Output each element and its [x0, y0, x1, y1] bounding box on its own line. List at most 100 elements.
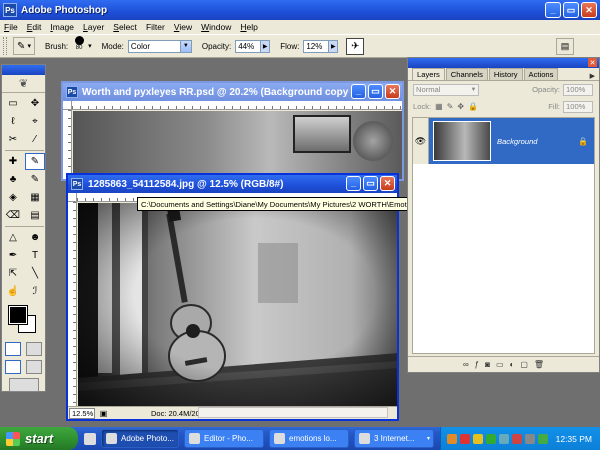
move-tool-icon[interactable]: ✥ [25, 95, 45, 112]
marquee-tool-icon[interactable]: ▭ [3, 95, 23, 112]
restore-button[interactable]: ▭ [563, 2, 579, 18]
chevron-down-icon[interactable]: ▾ [88, 42, 92, 50]
vertical-ruler[interactable] [63, 110, 72, 179]
adobe-online-feather-icon[interactable]: ❦ [2, 75, 45, 93]
menu-help[interactable]: Help [240, 22, 257, 32]
history-brush-tool-icon[interactable]: ✎ [25, 171, 45, 188]
notes-tool-icon[interactable]: ⇱ [3, 265, 23, 282]
lock-position-icon[interactable]: ✥ [457, 102, 464, 111]
tab-history[interactable]: History [488, 68, 523, 80]
task-photoshop[interactable]: Adobe Photo... [101, 429, 179, 448]
tool-preset-picker[interactable]: ✎ ▾ [13, 37, 35, 55]
airbrush-toggle[interactable]: ✈ [346, 37, 365, 55]
hand-tool-icon[interactable]: ☝ [3, 283, 23, 300]
palette-header[interactable]: ✕ [408, 58, 599, 68]
layer-fill-field[interactable]: 100% [563, 100, 593, 113]
new-layer-icon[interactable]: ▢ [520, 360, 528, 369]
foreground-color-swatch[interactable] [8, 305, 28, 325]
brush-tool-icon[interactable]: ✎ [25, 153, 45, 170]
palette-well-button[interactable]: ▤ [556, 38, 574, 55]
task-emotions[interactable]: emotions lo... [269, 429, 349, 448]
document-title-bar[interactable]: Ps 1285863_54112584.jpg @ 12.5% (RGB/8#)… [68, 175, 397, 193]
type-tool-icon[interactable]: ☻ [25, 229, 45, 246]
lock-all-icon[interactable]: 🔒 [468, 102, 478, 111]
close-button[interactable]: ✕ [380, 176, 395, 191]
path-selection-tool-icon[interactable]: △ [3, 229, 23, 246]
line-tool-icon[interactable]: T [25, 247, 45, 264]
pen-tool-icon[interactable]: ✒ [3, 247, 23, 264]
dodge-tool-icon[interactable]: ▤ [25, 207, 45, 224]
menu-file[interactable]: File [4, 22, 18, 32]
tab-channels[interactable]: Channels [445, 68, 488, 80]
menu-layer[interactable]: Layer [83, 22, 104, 32]
link-icon[interactable]: ∞ [463, 360, 469, 369]
minimize-button[interactable]: _ [351, 84, 366, 99]
tray-messenger-icon[interactable] [473, 433, 483, 444]
slice-tool-icon[interactable]: ⁄ [25, 131, 45, 148]
minimize-button[interactable]: _ [346, 176, 361, 191]
maximize-button[interactable]: ▭ [363, 176, 378, 191]
quick-launch-icon[interactable] [84, 432, 96, 445]
document-title-bar[interactable]: Ps Worth and pyxleyes RR.psd @ 20.2% (Ba… [63, 83, 402, 101]
quick-mask-mode-button[interactable] [26, 342, 43, 356]
menu-select[interactable]: Select [113, 22, 137, 32]
flow-slider-button[interactable]: ▶ [329, 39, 339, 53]
tab-layers[interactable]: Layers [412, 68, 445, 80]
close-button[interactable]: ✕ [581, 2, 597, 18]
zoom-tool-icon[interactable]: ℐ [25, 283, 45, 300]
tray-volume-icon[interactable] [499, 433, 509, 444]
options-bar-grip[interactable] [3, 37, 7, 55]
close-icon[interactable]: ✕ [588, 58, 597, 67]
minimize-button[interactable]: _ [545, 2, 561, 18]
blend-mode-select[interactable]: Normal ▼ [413, 83, 479, 96]
lock-transparency-icon[interactable]: ▦ [435, 102, 443, 111]
menu-edit[interactable]: Edit [27, 22, 42, 32]
gradient-tool-icon[interactable]: ▦ [25, 189, 45, 206]
layer-row[interactable]: 👁 Background 🔒 [413, 118, 594, 164]
tray-monitor-icon[interactable] [525, 433, 535, 444]
magic-wand-tool-icon[interactable]: ⌖ [25, 113, 45, 130]
mode-select[interactable]: Color ▼ [127, 39, 192, 53]
palette-menu-icon[interactable]: ▶ [590, 72, 595, 80]
visibility-eye-icon[interactable]: 👁 [413, 118, 429, 164]
ruler-origin[interactable] [68, 193, 77, 202]
ruler-origin[interactable] [63, 101, 72, 110]
blur-tool-icon[interactable]: ⌫ [3, 207, 23, 224]
clone-stamp-tool-icon[interactable]: ♣ [3, 171, 23, 188]
new-set-icon[interactable]: ▭ [496, 360, 504, 369]
standard-screen-mode-button[interactable] [4, 360, 21, 374]
tab-actions[interactable]: Actions [523, 68, 559, 80]
eyedropper-tool-icon[interactable]: ╲ [25, 265, 45, 282]
tray-app-icon[interactable] [447, 433, 457, 444]
document-canvas[interactable] [78, 203, 397, 406]
adjustment-layer-icon[interactable]: ◐ [510, 360, 515, 369]
crop-tool-icon[interactable]: ✂ [3, 131, 23, 148]
opacity-slider-button[interactable]: ▶ [261, 39, 271, 53]
layer-opacity-field[interactable]: 100% [563, 83, 593, 96]
menu-window[interactable]: Window [201, 22, 231, 32]
trash-icon[interactable]: 🗑 [534, 360, 544, 369]
flow-field[interactable]: 12% [303, 39, 330, 53]
task-internet-explorer[interactable]: 3 Internet... ▾ [354, 429, 434, 448]
navigator-icon[interactable]: ▣ [98, 408, 109, 419]
tray-network-icon[interactable] [486, 433, 496, 444]
healing-brush-tool-icon[interactable]: ✚ [3, 153, 23, 170]
opacity-field[interactable]: 44% [235, 39, 262, 53]
full-screen-menu-mode-button[interactable] [26, 360, 43, 374]
brush-picker[interactable]: 80 [72, 36, 86, 56]
menu-image[interactable]: Image [50, 22, 74, 32]
tray-antivirus-icon[interactable] [512, 433, 522, 444]
tray-status-icon[interactable] [538, 433, 548, 444]
layer-mask-icon[interactable]: ◙ [485, 360, 490, 369]
task-editor[interactable]: Editor - Pho... [184, 429, 264, 448]
toolbox-header[interactable] [2, 65, 45, 75]
horizontal-ruler[interactable] [72, 101, 402, 110]
lock-pixels-icon[interactable]: ✎ [447, 102, 454, 111]
close-button[interactable]: ✕ [385, 84, 400, 99]
start-button[interactable]: start [0, 427, 78, 450]
horizontal-scrollbar[interactable] [198, 407, 388, 418]
standard-mode-button[interactable] [4, 342, 21, 356]
eraser-tool-icon[interactable]: ◈ [3, 189, 23, 206]
menu-view[interactable]: View [174, 22, 192, 32]
maximize-button[interactable]: ▭ [368, 84, 383, 99]
